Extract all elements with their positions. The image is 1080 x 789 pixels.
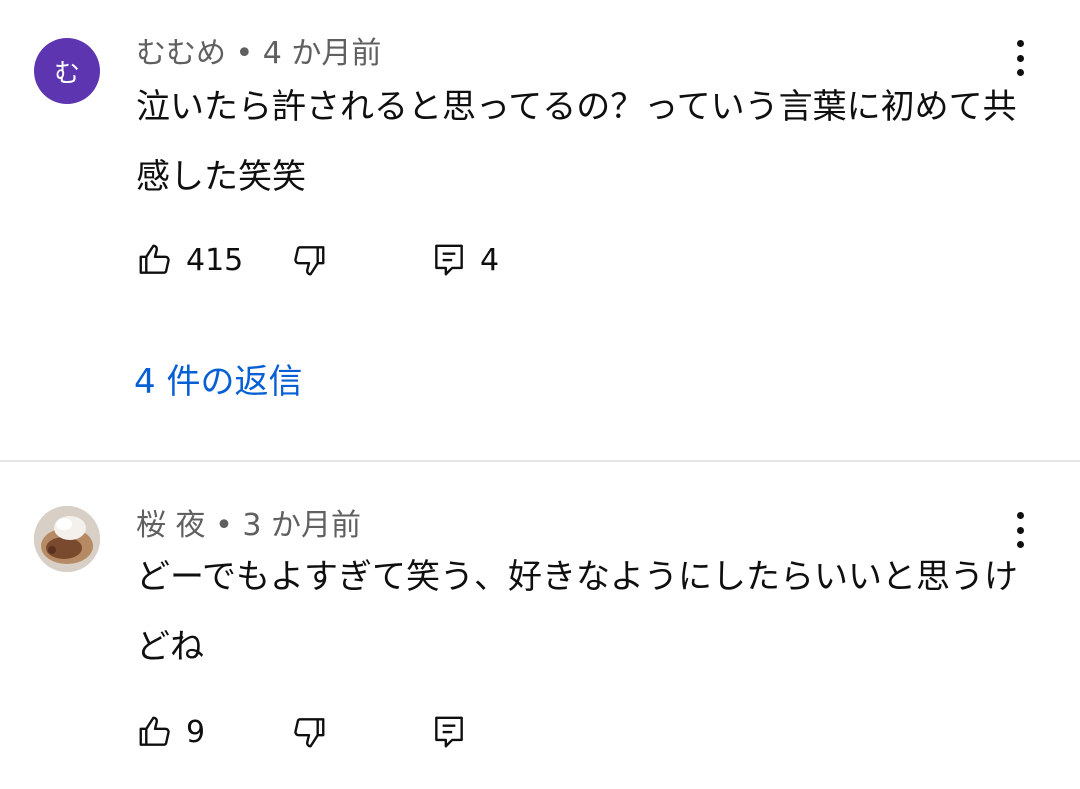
reply-comment-icon [435,716,463,748]
meta-separator: • [205,508,243,543]
comment-2: 桜 夜 • 3 か月前 どーでもよすぎて笑う、好きなようにしたらいいと思うけどね… [0,462,1080,789]
more-vertical-icon [1016,512,1024,519]
like-count: 415 [186,242,244,278]
comment-meta: 桜 夜 • 3 か月前 [136,508,361,544]
thumbs-up-icon [139,244,170,274]
reply-button[interactable] [430,710,468,754]
comment-actions: 415 4 [136,238,636,282]
view-replies-link[interactable]: 4 件の返信 [134,354,302,403]
thumbs-down-icon [294,246,325,276]
reply-comment-icon [435,244,463,276]
comment-meta: むむめ • 4 か月前 [136,36,381,72]
author-name[interactable]: 桜 夜 [136,508,206,543]
thumbs-up-icon [139,716,170,746]
dislike-button[interactable] [290,238,328,282]
meta-separator: • [226,36,263,71]
like-button[interactable]: 415 [136,238,243,282]
comment-text: 泣いたら許されると思ってるの？っていう言葉に初めて共感した笑笑 [136,87,1017,197]
comment-time[interactable]: 4 か月前 [263,36,382,71]
thumbs-down-icon [294,718,325,748]
dislike-button[interactable] [290,710,328,754]
reply-count: 4 [480,242,500,278]
avatar-initial: む [53,58,80,89]
comment-actions: 9 [136,710,636,754]
like-count: 9 [186,714,206,750]
comment-1: む むむめ • 4 か月前 泣いたら許されると思ってるの？っていう言葉に初めて共… [0,0,1080,460]
avatar[interactable] [34,506,100,572]
author-name[interactable]: むむめ [136,36,226,71]
more-vertical-icon [1016,40,1024,47]
reply-button[interactable]: 4 [430,238,499,282]
avatar[interactable]: む [34,38,100,104]
comment-text: どーでもよすぎて笑う、好きなようにしたらいいと思うけどね [136,557,1018,667]
like-button[interactable]: 9 [136,710,205,754]
avatar-photo [34,506,100,572]
more-options-button[interactable] [1010,40,1030,76]
comment-time[interactable]: 3 か月前 [242,508,361,543]
